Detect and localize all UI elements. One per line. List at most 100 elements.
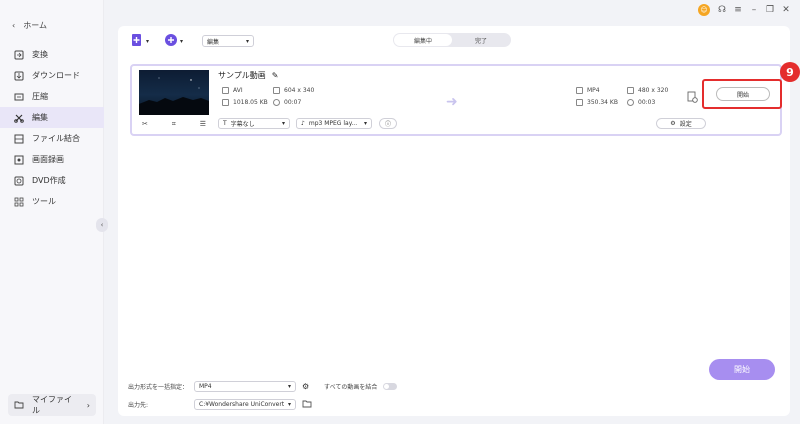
toolbox-icon [14,197,24,207]
minimize-icon[interactable]: – [748,4,760,16]
audio-icon: ♪ [301,120,305,127]
scissors-icon[interactable]: ✂ [142,120,148,129]
source-resolution: 604 x 340 [273,87,314,94]
collapse-sidebar-button[interactable]: ‹ [96,218,108,232]
chevron-down-icon: ▾ [363,120,367,127]
chevron-left-icon: ‹ [100,221,104,229]
audio-select-value: mp3 MPEG lay... [308,120,358,127]
add-file-icon [130,33,144,49]
sidebar-nav: 変換 ダウンロード 圧縮 編集 ファイル結合 画面録画 DVD作成 ツール [0,44,104,212]
file-size-icon [222,99,229,106]
chevron-right-icon: › [86,400,90,410]
video-thumbnail[interactable] [139,70,209,115]
home-link[interactable]: ‹ ホーム [12,20,47,31]
sidebar-item-toolbox[interactable]: ツール [0,191,104,212]
sidebar-item-compress[interactable]: 圧縮 [0,86,104,107]
audio-select[interactable]: ♪ mp3 MPEG lay... ▾ [296,118,372,129]
mode-select[interactable]: 編集 ▾ [202,35,254,47]
compress-icon [14,92,24,102]
source-size: 1018.05 KB [222,99,268,106]
source-resolution-text: 604 x 340 [284,87,315,94]
resolution-icon [627,87,634,94]
sidebar-item-label: DVD作成 [32,176,66,185]
output-format-label: 出力形式を一括指定： [128,384,189,391]
info-button[interactable]: ⓘ [379,118,397,129]
convert-icon [14,50,24,60]
video-format-icon [576,87,583,94]
source-format: AVI [222,87,243,94]
sidebar-item-dvd[interactable]: DVD作成 [0,170,104,191]
tab-editing[interactable]: 編集中 [394,34,452,46]
start-button[interactable]: 開始 [716,87,770,101]
source-duration: 00:07 [273,99,301,106]
sidebar-item-convert[interactable]: 変換 [0,44,104,65]
thumbnail-tools: ✂ ⌗ ☰ [142,120,206,129]
folder-icon [14,400,24,411]
mode-select-value: 編集 [207,38,220,46]
tab-done[interactable]: 完了 [452,34,510,46]
file-title: サンプル動画 ✎ [218,70,278,81]
rename-icon[interactable]: ✎ [272,71,279,80]
sidebar-item-edit[interactable]: 編集 [0,107,104,128]
output-size: 350.34 KB [576,99,618,106]
video-format-icon [222,87,229,94]
chevron-down-icon: ▾ [180,37,184,45]
crop-icon[interactable]: ⌗ [172,120,176,129]
sidebar-item-label: ファイル結合 [32,134,80,143]
output-format-text: MP4 [587,87,600,94]
arrow-right-icon: ➜ [446,94,458,110]
output-size-text: 350.34 KB [587,99,618,106]
resolution-icon [273,87,280,94]
close-icon[interactable]: ✕ [780,4,792,16]
output-format-select[interactable]: MP4 ▾ [194,381,296,392]
avatar[interactable]: ☺ [698,4,710,16]
my-files-label: マイファイル [32,395,72,415]
gear-icon: ⚙ [670,120,676,127]
sidebar-item-download[interactable]: ダウンロード [0,65,104,86]
output-path-label: 出力先: [128,402,149,409]
chevron-down-icon: ▾ [245,37,249,45]
merge-toggle[interactable] [383,383,398,390]
clock-icon [273,99,280,106]
add-media-icon [164,33,178,49]
settings-button[interactable]: ⚙ 設定 [656,118,706,129]
output-format-row: 出力形式を一括指定： [128,382,188,391]
settings-label: 設定 [679,121,692,128]
output-settings-icon[interactable] [687,91,698,105]
sidebar-item-label: ダウンロード [32,71,80,80]
effects-icon[interactable]: ☰ [200,120,206,129]
open-folder-icon[interactable] [302,399,312,410]
start-button-highlight: 開始 [702,79,782,109]
add-media-button[interactable]: ▾ [164,33,183,49]
chevron-down-icon: ▾ [146,37,150,45]
start-all-button[interactable]: 開始 [709,359,775,380]
subtitle-select[interactable]: T 字幕なし ▾ [218,118,290,129]
headset-icon[interactable]: ☊ [716,4,728,16]
output-path-value: C:¥Wondershare UniConverter 1 [199,401,284,408]
sidebar-item-merge[interactable]: ファイル結合 [0,128,104,149]
file-size-icon [576,99,583,106]
menu-icon[interactable]: ≡ [732,4,744,16]
subtitle-select-value: 字幕なし [230,121,255,128]
source-format-text: AVI [233,87,243,94]
sidebar-item-label: 圧縮 [32,92,48,101]
sidebar-item-screen-record[interactable]: 画面録画 [0,149,104,170]
output-format: MP4 [576,87,600,94]
file-title-text: サンプル動画 [218,71,266,80]
main-panel: ▾ ▾ 編集 ▾ 編集中 完了 ✂ ⌗ ☰ サンプル動画 ✎ AVI 604 x… [118,26,800,416]
status-tabs: 編集中 完了 [393,33,511,47]
output-resolution-text: 480 x 320 [638,87,669,94]
sidebar-item-label: 画面録画 [32,155,64,164]
merge-row: すべての動画を結合 [324,382,398,391]
callout-badge: 9 [780,62,800,82]
source-size-text: 1018.05 KB [233,99,268,106]
format-settings-icon[interactable]: ⚙ [302,382,309,391]
output-format-value: MP4 [199,383,212,390]
add-file-button[interactable]: ▾ [130,33,149,49]
output-path-select[interactable]: C:¥Wondershare UniConverter 1 ▾ [194,399,296,410]
my-files-button[interactable]: マイファイル › [8,394,96,416]
file-card: ✂ ⌗ ☰ サンプル動画 ✎ AVI 604 x 340 1018.05 KB … [130,62,800,136]
maximize-icon[interactable]: ❐ [764,4,776,16]
sidebar-item-label: 変換 [32,50,48,59]
back-chevron-icon: ‹ [12,21,16,30]
